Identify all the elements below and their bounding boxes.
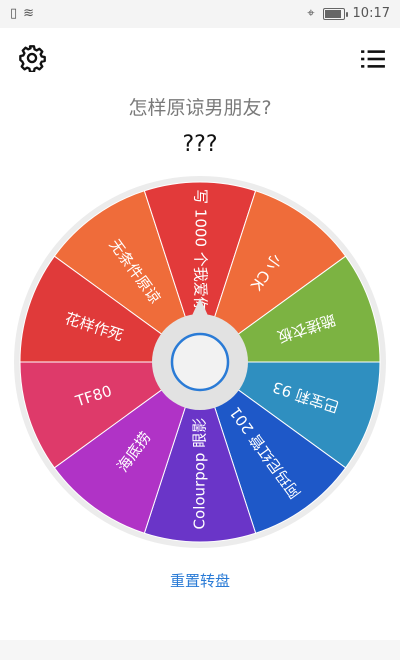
spin-button[interactable] <box>170 332 230 392</box>
question-title: 怎样原谅男朋友? <box>128 97 272 119</box>
status-left: ▯ ≋ <box>10 6 34 21</box>
wheel-segment-label: 写 1000 个我爱你 <box>192 189 210 312</box>
battery-icon <box>322 7 348 20</box>
reset-wheel-button[interactable]: 重置转盘 <box>0 570 400 591</box>
status-right: ⌖ 10:17 <box>307 6 390 21</box>
wifi-icon: ≋ <box>23 6 35 21</box>
top-bar <box>0 40 400 80</box>
result-text: ??? <box>182 132 218 157</box>
bottom-strip <box>0 640 400 660</box>
wheel-svg[interactable]: 无条件原谅写 1000 个我爱你小 CK跪搓衣板巴宝莉 93阿玛尼红管 201C… <box>10 172 390 552</box>
location-icon: ⌖ <box>307 6 315 21</box>
sim-icon: ▯ <box>10 6 18 21</box>
list-icon[interactable] <box>360 46 386 72</box>
status-time: 10:17 <box>352 6 390 21</box>
gear-icon[interactable] <box>18 44 46 72</box>
status-bar: ▯ ≋ ⌖ 10:17 <box>0 0 400 28</box>
spin-wheel[interactable]: 无条件原谅写 1000 个我爱你小 CK 跪搓衣板 巴宝莉 93 阿玛尼红管 201 C… <box>10 172 390 552</box>
wheel-segment-label: Colourpop 眼影 <box>191 418 209 530</box>
